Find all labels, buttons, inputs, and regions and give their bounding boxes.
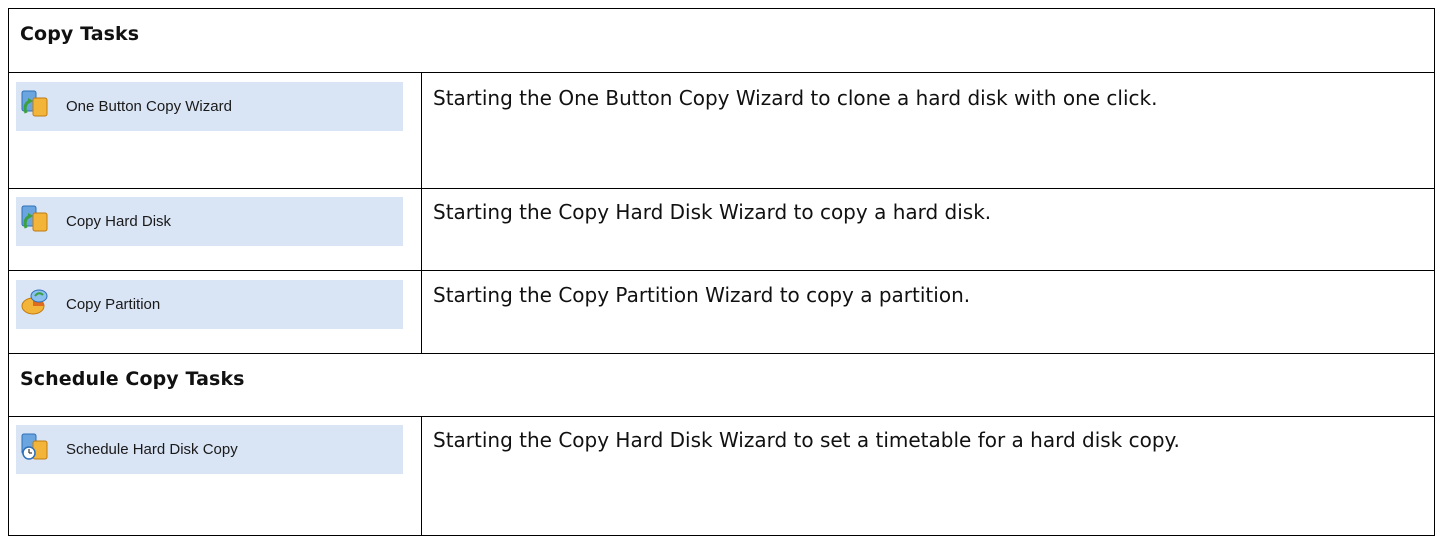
copy-tasks-table: Copy Tasks One Button Copy Wizard Starti… <box>0 0 1440 536</box>
copy-hard-disk-button[interactable]: Copy Hard Disk <box>16 197 403 246</box>
copy-partition-icon <box>21 289 48 315</box>
copy-hard-disk-label: Copy Hard Disk <box>66 213 172 230</box>
one-button-copy-wizard-label: One Button Copy Wizard <box>66 98 232 115</box>
table-divider <box>8 72 1435 73</box>
copy-hard-disk-icon <box>21 205 48 232</box>
table-border-top <box>8 8 1435 9</box>
column-divider <box>421 72 422 353</box>
copy-hard-disk-description: Starting the Copy Hard Disk Wizard to co… <box>433 200 992 224</box>
copy-wizard-icon <box>21 90 48 117</box>
table-divider <box>8 353 1435 354</box>
table-border-right <box>1434 8 1435 536</box>
one-button-copy-wizard-button[interactable]: One Button Copy Wizard <box>16 82 403 131</box>
one-button-copy-wizard-description: Starting the One Button Copy Wizard to c… <box>433 86 1158 110</box>
schedule-hard-disk-copy-label: Schedule Hard Disk Copy <box>66 441 238 458</box>
table-divider <box>8 270 1435 271</box>
schedule-hard-disk-copy-description: Starting the Copy Hard Disk Wizard to se… <box>433 428 1180 452</box>
copy-partition-button[interactable]: Copy Partition <box>16 280 403 329</box>
column-divider <box>421 416 422 536</box>
table-border-left <box>8 8 9 536</box>
schedule-hard-disk-copy-button[interactable]: Schedule Hard Disk Copy <box>16 425 403 474</box>
table-divider <box>8 188 1435 189</box>
section-title-copy-tasks: Copy Tasks <box>20 23 140 45</box>
section-title-schedule-copy-tasks: Schedule Copy Tasks <box>20 368 245 390</box>
copy-partition-label: Copy Partition <box>66 296 161 313</box>
copy-partition-description: Starting the Copy Partition Wizard to co… <box>433 283 971 307</box>
schedule-hard-disk-copy-icon <box>21 433 48 460</box>
table-divider <box>8 416 1435 417</box>
